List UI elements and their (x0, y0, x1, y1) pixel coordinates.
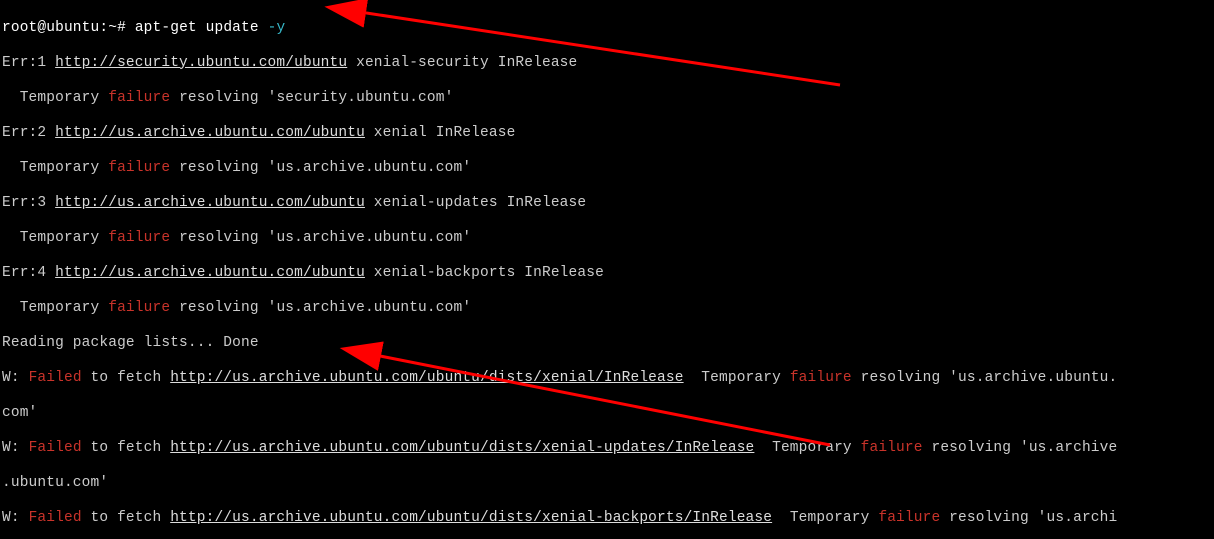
prompt-line-1[interactable]: root@ubuntu:~# apt-get update -y (2, 20, 1212, 38)
err-line-3: Err:3 http://us.archive.ubuntu.com/ubunt… (2, 195, 1212, 213)
err-line-4: Err:4 http://us.archive.ubuntu.com/ubunt… (2, 265, 1212, 283)
err-url-2[interactable]: http://us.archive.ubuntu.com/ubuntu (55, 125, 365, 141)
terminal-output: root@ubuntu:~# apt-get update -y Err:1 h… (0, 0, 1214, 539)
err-url-3[interactable]: http://us.archive.ubuntu.com/ubuntu (55, 195, 365, 211)
err-url-1[interactable]: http://security.ubuntu.com/ubuntu (55, 55, 347, 71)
fetch-url-3[interactable]: http://us.archive.ubuntu.com/ubuntu/dist… (170, 510, 772, 526)
prompt-user-host: root@ubuntu (2, 20, 99, 36)
err-line-2: Err:2 http://us.archive.ubuntu.com/ubunt… (2, 125, 1212, 143)
reading-pkg-lists: Reading package lists... Done (2, 335, 1212, 353)
warn-fetch-1b: com' (2, 405, 1212, 423)
warn-fetch-2b: .ubuntu.com' (2, 475, 1212, 493)
warn-fetch-1a: W: Failed to fetch http://us.archive.ubu… (2, 370, 1212, 388)
command-1: apt-get update (135, 20, 259, 36)
err-reason-3: Temporary failure resolving 'us.archive.… (2, 230, 1212, 248)
err-reason-4: Temporary failure resolving 'us.archive.… (2, 300, 1212, 318)
fetch-url-2[interactable]: http://us.archive.ubuntu.com/ubuntu/dist… (170, 440, 754, 456)
prompt-path: ~ (108, 20, 117, 36)
fetch-url-1[interactable]: http://us.archive.ubuntu.com/ubuntu/dist… (170, 370, 683, 386)
err-line-1: Err:1 http://security.ubuntu.com/ubuntu … (2, 55, 1212, 73)
err-reason-2: Temporary failure resolving 'us.archive.… (2, 160, 1212, 178)
err-url-4[interactable]: http://us.archive.ubuntu.com/ubuntu (55, 265, 365, 281)
warn-fetch-3a: W: Failed to fetch http://us.archive.ubu… (2, 510, 1212, 528)
err-reason-1: Temporary failure resolving 'security.ub… (2, 90, 1212, 108)
warn-fetch-2a: W: Failed to fetch http://us.archive.ubu… (2, 440, 1212, 458)
prompt-sep: # (117, 20, 126, 36)
command-1-flag: -y (268, 20, 286, 36)
